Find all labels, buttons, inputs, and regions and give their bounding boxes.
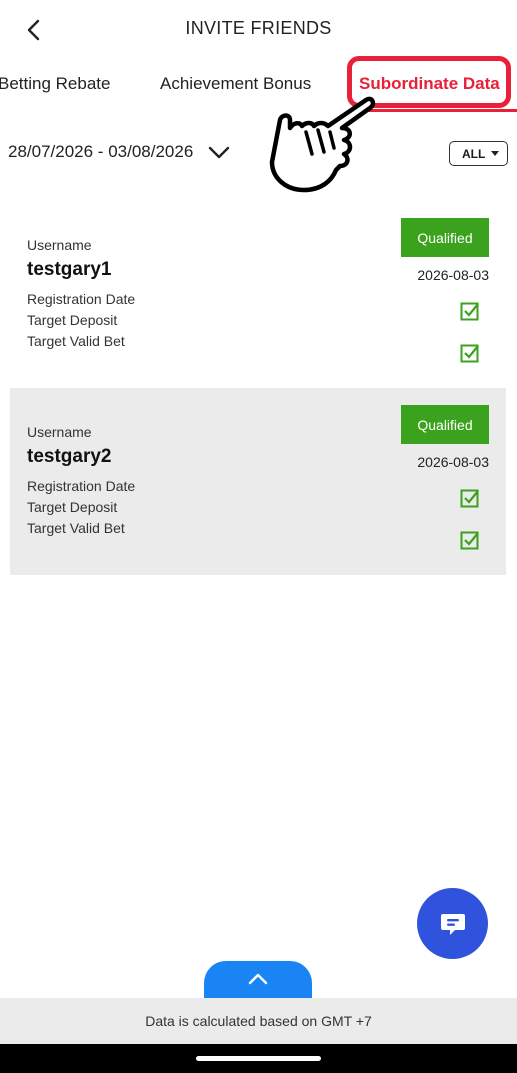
system-nav-bar	[0, 1044, 517, 1073]
target-valid-bet-label: Target Valid Bet	[27, 520, 125, 536]
target-deposit-label: Target Deposit	[27, 499, 118, 515]
timezone-note: Data is calculated based on GMT +7	[145, 1013, 372, 1029]
chat-button[interactable]	[417, 888, 488, 959]
checkbox-checked-icon	[460, 302, 479, 321]
page-title: INVITE FRIENDS	[185, 18, 332, 38]
active-tab-indicator	[352, 109, 517, 112]
registration-date-value: 2026-08-03	[417, 454, 489, 470]
subordinate-card: Username testgary2 Registration Date Tar…	[10, 388, 506, 575]
caret-down-icon	[491, 151, 499, 156]
checkbox-checked-icon	[460, 531, 479, 550]
status-filter-value: ALL	[462, 146, 486, 161]
username-value: testgary1	[27, 259, 112, 280]
chevron-up-icon	[248, 973, 268, 985]
username-label: Username	[27, 424, 92, 440]
tab-subordinate-data[interactable]: Subordinate Data	[359, 74, 500, 94]
target-deposit-label: Target Deposit	[27, 312, 118, 328]
date-range-picker[interactable]: 28/07/2026 - 03/08/2026	[8, 142, 193, 162]
status-badge: Qualified	[401, 218, 489, 257]
registration-date-label: Registration Date	[27, 291, 136, 307]
scroll-to-top-button[interactable]	[204, 961, 312, 1003]
filter-row: 28/07/2026 - 03/08/2026 ALL	[0, 130, 517, 176]
username-label: Username	[27, 237, 92, 253]
chevron-down-icon[interactable]	[207, 144, 231, 160]
username-value: testgary2	[27, 446, 112, 467]
app-header: INVITE FRIENDS	[0, 0, 517, 60]
tab-betting-rebate[interactable]: Betting Rebate	[0, 74, 110, 94]
target-valid-bet-label: Target Valid Bet	[27, 333, 125, 349]
chat-bubble-icon	[440, 913, 465, 935]
footer-note: Data is calculated based on GMT +7	[0, 998, 517, 1044]
status-badge: Qualified	[401, 405, 489, 444]
subordinate-card: Username testgary1 Registration Date Tar…	[10, 201, 506, 388]
status-filter-select[interactable]: ALL	[449, 141, 508, 166]
tab-bar: Betting Rebate Achievement Bonus Subordi…	[0, 56, 517, 112]
checkbox-checked-icon	[460, 344, 479, 363]
registration-date-value: 2026-08-03	[417, 267, 489, 283]
tab-achievement-bonus[interactable]: Achievement Bonus	[160, 74, 311, 94]
checkbox-checked-icon	[460, 489, 479, 508]
registration-date-label: Registration Date	[27, 478, 136, 494]
home-indicator[interactable]	[196, 1056, 321, 1061]
